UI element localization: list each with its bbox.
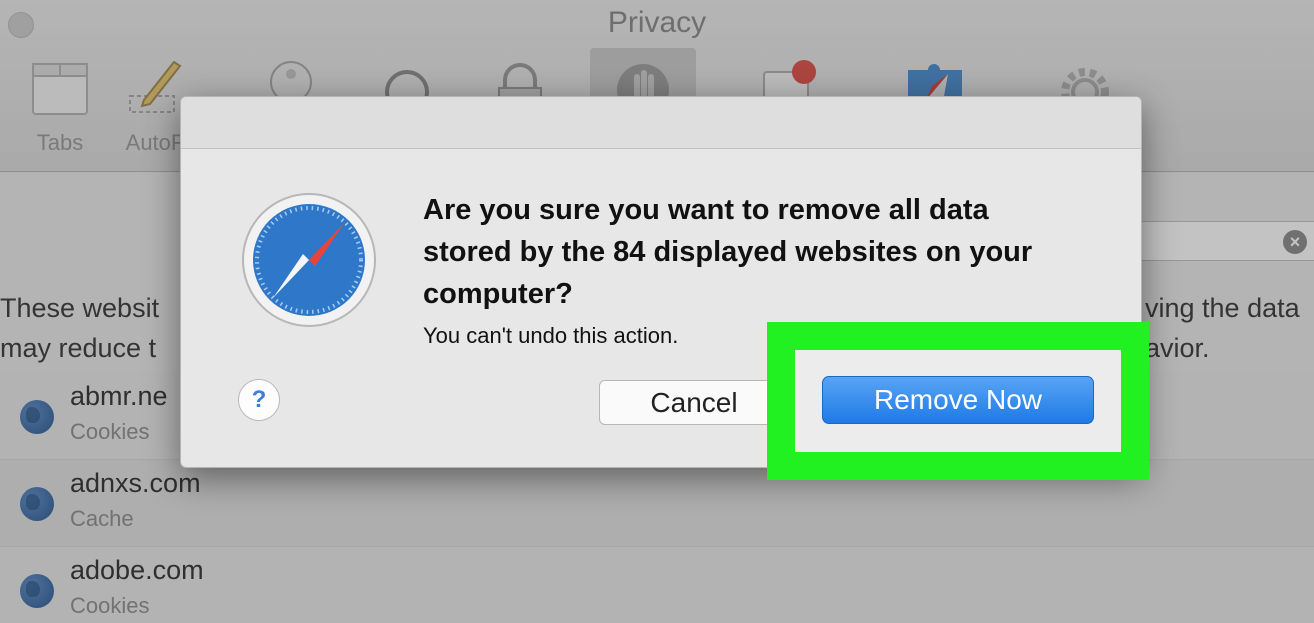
help-button[interactable]: ? bbox=[238, 379, 280, 421]
highlight-inner: Remove Now bbox=[795, 350, 1121, 452]
dialog-heading: Are you sure you want to remove all data… bbox=[423, 194, 1033, 310]
safari-compass-icon bbox=[242, 193, 376, 327]
remove-now-button[interactable]: Remove Now bbox=[822, 376, 1094, 424]
cancel-button[interactable]: Cancel bbox=[599, 380, 789, 425]
dialog-subtext: You can't undo this action. bbox=[423, 323, 679, 348]
dialog-header bbox=[181, 97, 1141, 149]
highlight-box: Remove Now bbox=[767, 322, 1149, 480]
